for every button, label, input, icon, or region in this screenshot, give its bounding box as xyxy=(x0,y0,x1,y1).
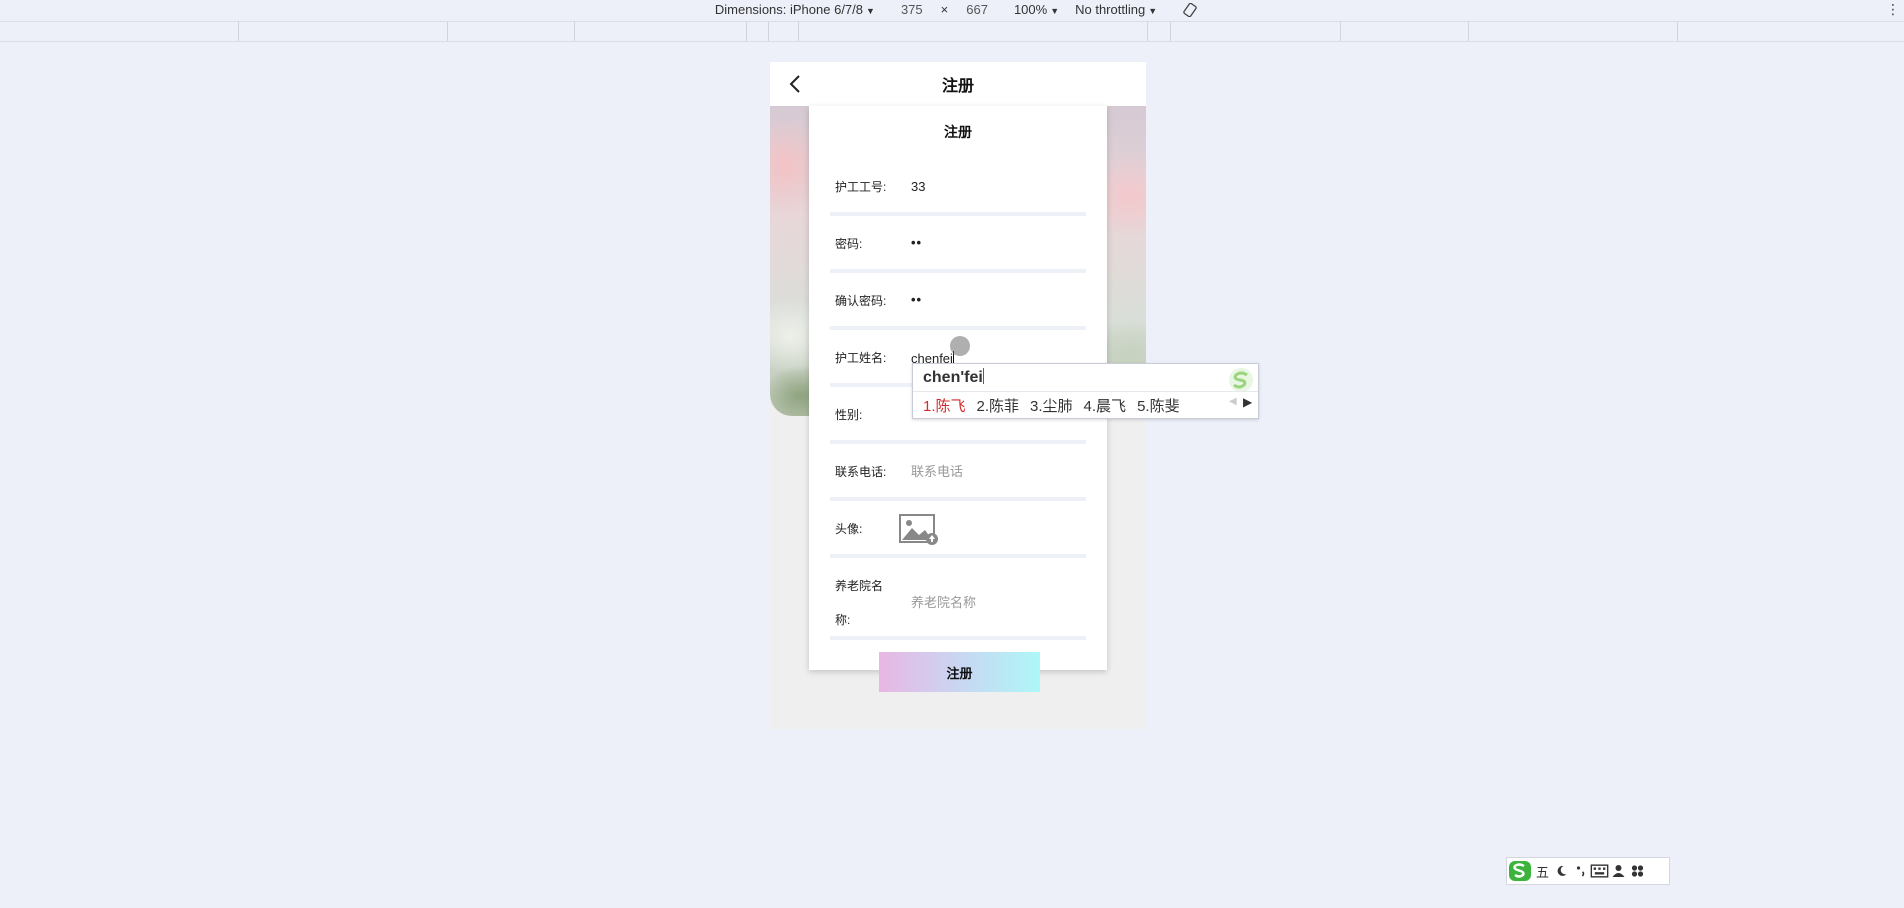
moon-icon[interactable] xyxy=(1552,864,1571,878)
sogou-logo-icon[interactable] xyxy=(1507,858,1533,884)
password-input[interactable]: •• xyxy=(911,235,922,251)
chevron-down-icon: ▼ xyxy=(1148,6,1158,16)
register-button[interactable]: 注册 xyxy=(879,652,1040,692)
punctuation-icon[interactable] xyxy=(1571,864,1590,878)
media-query-ruler xyxy=(0,21,1904,42)
prev-page-icon[interactable]: ◀ xyxy=(1229,396,1237,407)
confirm-password-input[interactable]: •• xyxy=(911,292,922,308)
nursing-home-input[interactable]: 养老院名称 xyxy=(911,595,976,611)
candidate-1[interactable]: 1.陈飞 xyxy=(923,395,966,416)
field-label: 确认密码: xyxy=(835,294,887,308)
width-input[interactable]: 375 xyxy=(901,2,923,17)
device-select[interactable]: Dimensions: iPhone 6/7/8 ▼ xyxy=(715,2,875,17)
field-label: 护工姓名: xyxy=(835,351,887,365)
apps-icon[interactable] xyxy=(1628,864,1647,878)
field-label: 性别: xyxy=(835,408,863,422)
candidate-5[interactable]: 5.陈斐 xyxy=(1137,395,1180,416)
divider xyxy=(913,391,1258,392)
field-phone[interactable]: 联系电话: 联系电话 xyxy=(830,446,1086,501)
zoom-label: 100% xyxy=(1013,2,1048,17)
user-icon[interactable] xyxy=(1609,864,1628,878)
field-label: 联系电话: xyxy=(835,465,887,479)
device-label: Dimensions: iPhone 6/7/8 xyxy=(714,2,864,17)
more-options-icon[interactable]: ⋮ xyxy=(1886,1,1900,18)
throttling-select[interactable]: No throttling ▼ xyxy=(1075,2,1157,17)
chevron-down-icon: ▼ xyxy=(866,6,875,16)
field-label-continued: 称: xyxy=(835,613,851,627)
field-avatar[interactable]: 头像: xyxy=(830,503,1086,558)
candidate-3[interactable]: 3.尘肺 xyxy=(1030,395,1073,416)
next-page-icon[interactable]: ▶ xyxy=(1243,395,1252,409)
times-sign: × xyxy=(940,2,949,17)
height-input[interactable]: 667 xyxy=(966,2,988,17)
input-mode-toggle[interactable]: 五 xyxy=(1533,862,1552,881)
ime-composition: chen'fei xyxy=(923,368,984,387)
candidate-4[interactable]: 4.晨飞 xyxy=(1084,395,1127,416)
page-title: 注册 xyxy=(941,78,974,95)
zoom-select[interactable]: 100% ▼ xyxy=(1014,2,1059,17)
composition-caret xyxy=(982,368,984,384)
field-label: 养老院名 xyxy=(835,579,884,593)
composition-text: chen'fei xyxy=(923,369,983,386)
image-upload-icon[interactable] xyxy=(899,514,939,546)
candidate-2[interactable]: 2.陈菲 xyxy=(977,395,1020,416)
ime-candidate-window: chen'fei 1.陈飞 2.陈菲 3.尘肺 4.晨飞 5.陈斐 ◀ ▶ xyxy=(912,363,1259,419)
touch-cursor xyxy=(950,336,970,356)
worker-id-input[interactable]: 33 xyxy=(911,179,925,195)
field-password[interactable]: 密码: •• xyxy=(830,218,1086,273)
device-toolbar: Dimensions: iPhone 6/7/8 ▼ 375 × 667 100%… xyxy=(0,0,1904,19)
nav-bar: 注册 xyxy=(770,62,1146,106)
field-nursing-home[interactable]: 养老院名 称: 养老院名称 xyxy=(830,560,1086,640)
field-label: 头像: xyxy=(835,522,863,536)
keyboard-icon[interactable] xyxy=(1590,864,1609,878)
field-confirm-password[interactable]: 确认密码: •• xyxy=(830,275,1086,330)
throttling-label: No throttling xyxy=(1075,2,1146,17)
phone-input[interactable]: 联系电话 xyxy=(911,464,963,480)
ime-status-bar: 五 xyxy=(1506,857,1670,885)
sogou-logo-icon xyxy=(1229,368,1253,392)
field-worker-id[interactable]: 护工工号: 33 xyxy=(830,161,1086,216)
form-title: 注册 xyxy=(944,124,972,140)
rotate-icon[interactable] xyxy=(1183,2,1197,17)
back-arrow-icon[interactable] xyxy=(784,72,808,96)
chevron-down-icon: ▼ xyxy=(1050,6,1060,16)
candidate-list: 1.陈飞 2.陈菲 3.尘肺 4.晨飞 5.陈斐 xyxy=(923,395,1191,416)
field-label: 护工工号: xyxy=(835,180,887,194)
field-label: 密码: xyxy=(835,237,863,251)
